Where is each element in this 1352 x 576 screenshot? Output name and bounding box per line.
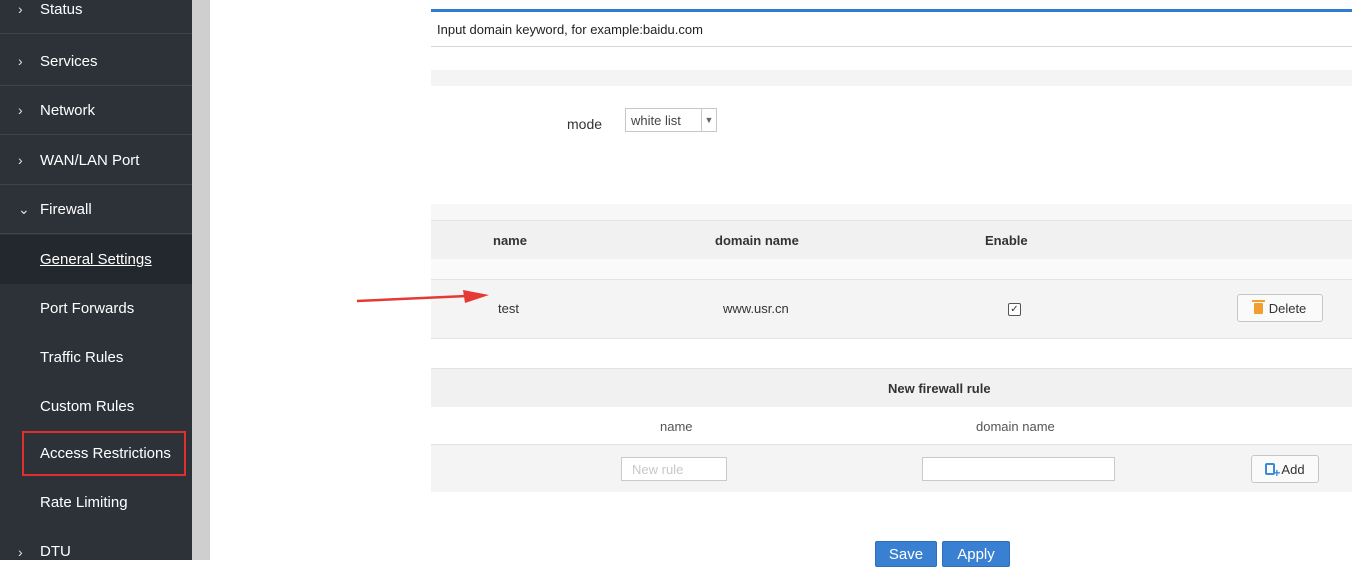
- chevron-right-icon: ›: [18, 543, 23, 560]
- sidebar-subitem-rate-limiting[interactable]: Rate Limiting: [0, 478, 192, 527]
- delete-button[interactable]: Delete: [1237, 294, 1323, 322]
- sidebar-subitem-label: Port Forwards: [40, 300, 135, 317]
- new-rule-column-headers: name domain name: [431, 407, 1352, 445]
- mode-select[interactable]: white list ▼: [625, 108, 717, 132]
- mode-label: mode: [567, 116, 603, 132]
- sidebar-item-dtu[interactable]: › DTU: [0, 527, 192, 576]
- apply-button[interactable]: Apply: [942, 541, 1010, 567]
- col-header-enable: Enable: [985, 233, 1028, 248]
- section-divider: [431, 70, 1352, 86]
- highlight-box: [22, 431, 186, 476]
- chevron-right-icon: ›: [18, 102, 23, 118]
- add-button-label: Add: [1281, 461, 1305, 477]
- col-header-domain: domain name: [715, 233, 799, 248]
- new-rule-col-name: name: [660, 419, 693, 434]
- sidebar-item-firewall[interactable]: ⌄ Firewall: [0, 185, 192, 234]
- new-rule-name-input[interactable]: New rule: [621, 457, 727, 481]
- sidebar-item-wan-lan-port[interactable]: › WAN/LAN Port: [0, 136, 192, 185]
- sidebar-subitem-access-restrictions[interactable]: Access Restrictions: [0, 429, 192, 478]
- new-rule-col-domain: domain name: [976, 419, 1055, 434]
- domain-keyword-hint: Input domain keyword, for example:baidu.…: [431, 9, 1352, 47]
- sidebar-subitem-label: Rate Limiting: [40, 494, 128, 511]
- name-input-placeholder: New rule: [632, 461, 684, 477]
- col-header-name: name: [493, 233, 527, 248]
- sidebar-item-label: Firewall: [40, 200, 92, 218]
- rules-table-header: name domain name Enable: [431, 220, 1352, 260]
- add-icon: [1265, 463, 1280, 480]
- chevron-down-icon: ⌄: [18, 200, 30, 217]
- chevron-down-icon: ▼: [701, 109, 716, 131]
- sidebar-subitem-custom-rules[interactable]: Custom Rules: [0, 382, 192, 431]
- table-spacer: [431, 259, 1352, 279]
- section-divider: [431, 204, 1352, 220]
- sidebar-item-label: DTU: [40, 543, 71, 560]
- sidebar-item-network[interactable]: › Network: [0, 86, 192, 135]
- save-button[interactable]: Save: [875, 541, 937, 567]
- table-row: test www.usr.cn ✓ Delete: [431, 279, 1352, 339]
- enable-checkbox[interactable]: ✓: [1008, 303, 1021, 316]
- sidebar-subitem-port-forwards[interactable]: Port Forwards: [0, 284, 192, 333]
- delete-button-label: Delete: [1268, 300, 1307, 316]
- sidebar-subitem-label: Custom Rules: [40, 398, 135, 415]
- annotation-arrow-icon: [356, 290, 489, 303]
- sidebar-subitem-label: Traffic Rules: [40, 349, 124, 366]
- sidebar-subitem-label: General Settings: [40, 251, 152, 268]
- new-rule-section-header: New firewall rule: [431, 368, 1352, 408]
- add-button[interactable]: Add: [1251, 455, 1319, 483]
- new-rule-domain-input[interactable]: [922, 457, 1115, 481]
- sidebar-scrollbar[interactable]: [192, 0, 210, 560]
- sidebar: › Status › Services › Network › WAN/LAN …: [0, 0, 192, 560]
- sidebar-subitem-general-settings[interactable]: General Settings: [0, 235, 192, 284]
- rule-domain: www.usr.cn: [723, 301, 789, 316]
- sidebar-item-label: Network: [40, 101, 96, 119]
- chevron-right-icon: ›: [18, 53, 23, 69]
- sidebar-item-status[interactable]: › Status: [0, 0, 192, 34]
- new-rule-title: New firewall rule: [888, 381, 991, 396]
- trash-icon: [1251, 299, 1265, 314]
- domain-hint-text: Input domain keyword, for example:baidu.…: [437, 21, 703, 37]
- rule-name: test: [498, 301, 519, 316]
- sidebar-item-label: Services: [40, 52, 98, 70]
- sidebar-item-services[interactable]: › Services: [0, 37, 192, 86]
- chevron-right-icon: ›: [18, 1, 23, 17]
- sidebar-item-label: Status: [40, 0, 83, 18]
- sidebar-subitem-traffic-rules[interactable]: Traffic Rules: [0, 333, 192, 382]
- chevron-right-icon: ›: [18, 152, 23, 168]
- mode-select-value: white list: [631, 112, 681, 128]
- sidebar-item-label: WAN/LAN Port: [40, 151, 140, 169]
- new-rule-input-row: New rule Add: [431, 445, 1352, 492]
